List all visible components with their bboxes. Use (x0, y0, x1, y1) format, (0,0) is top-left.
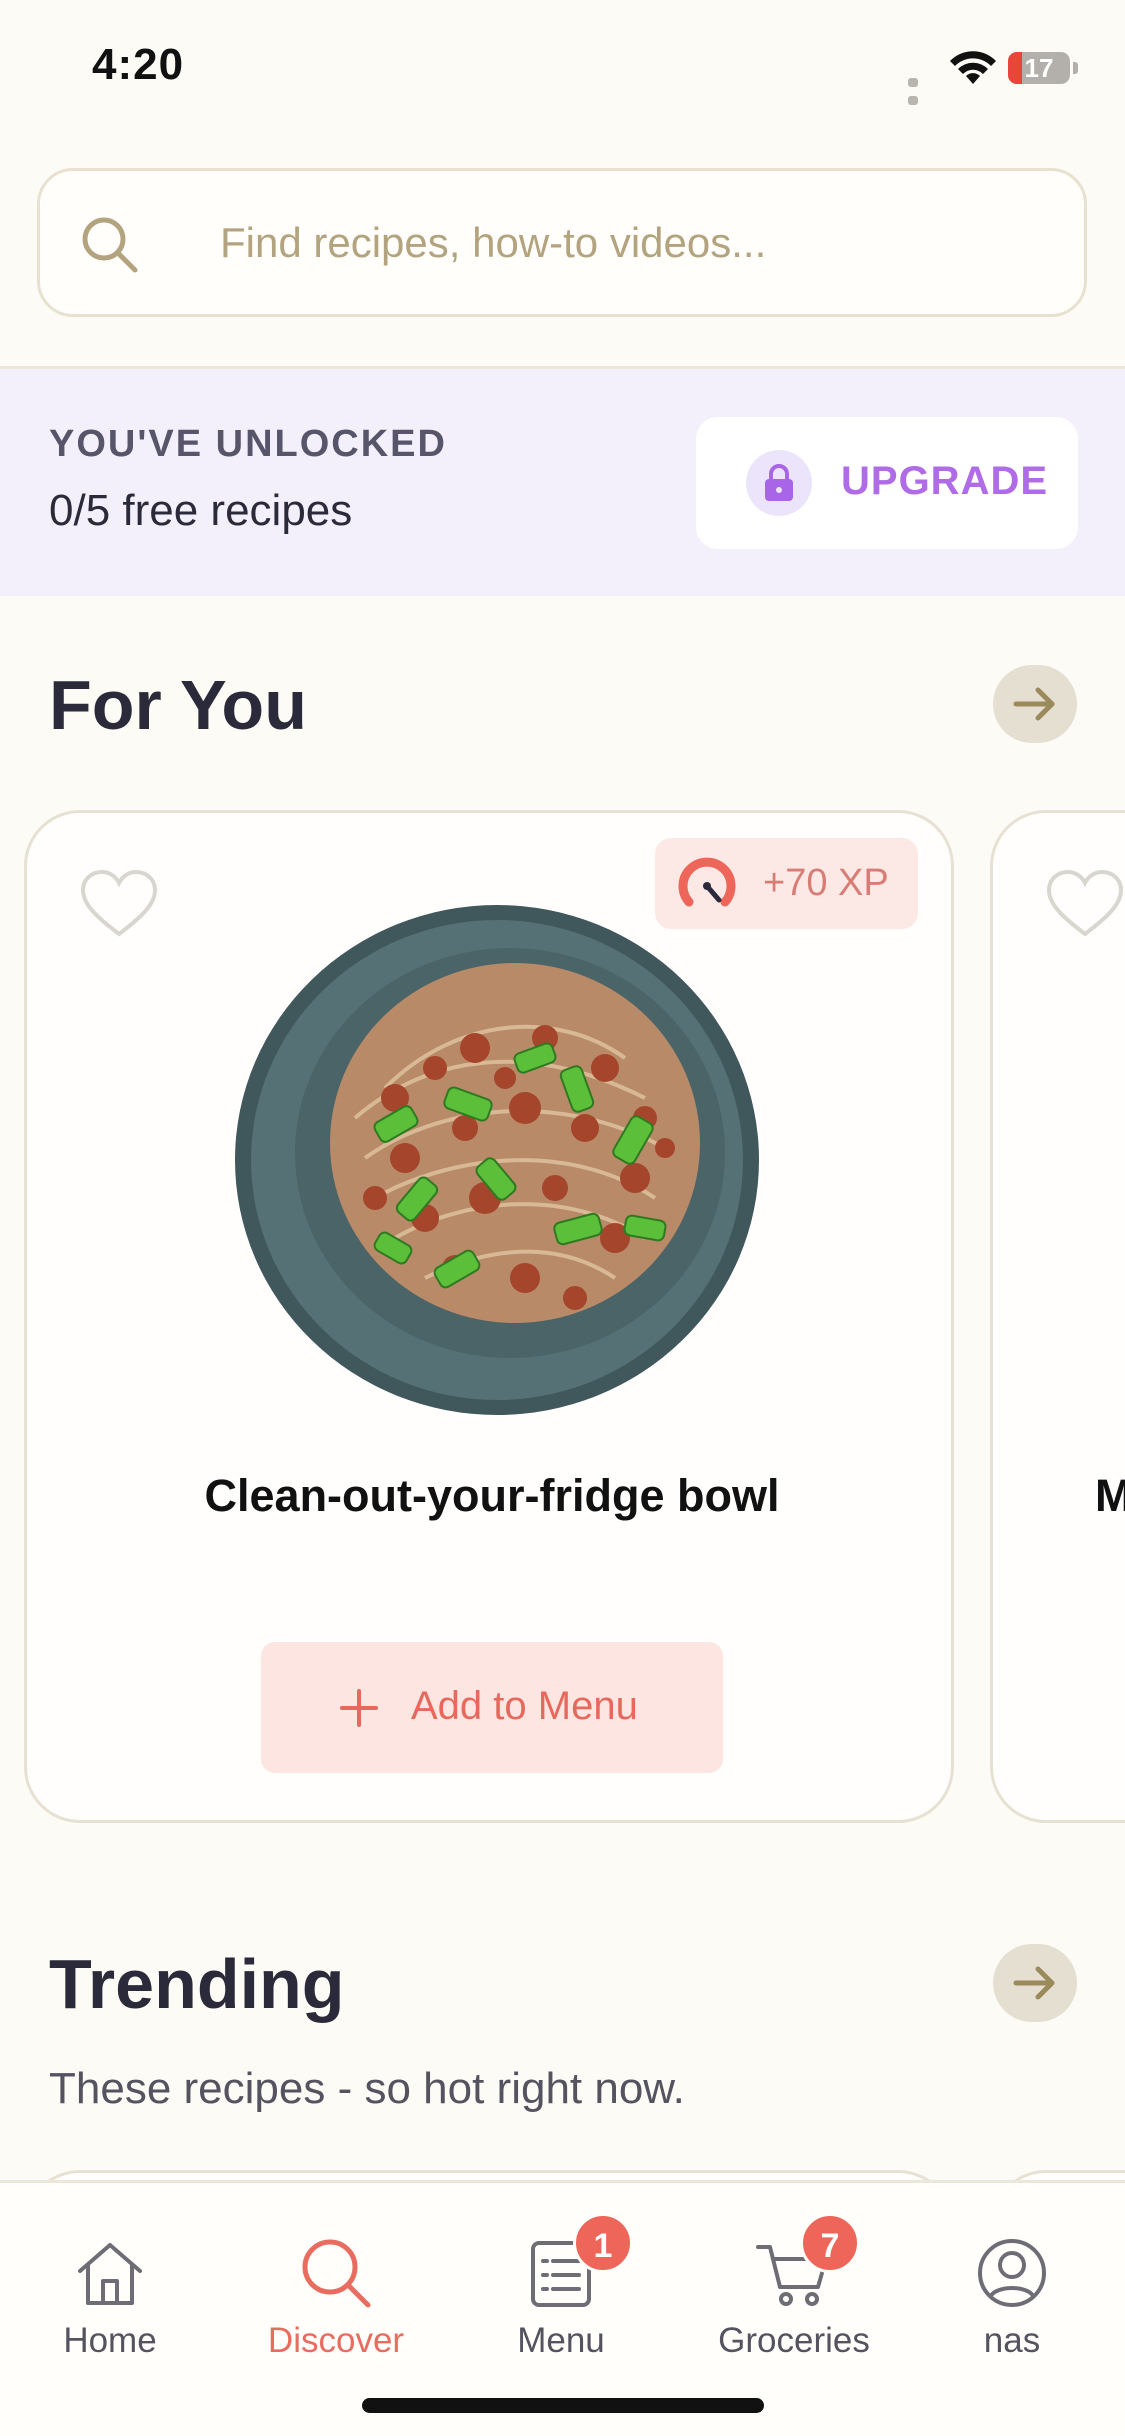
trending-subtitle: These recipes - so hot right now. (49, 2064, 685, 2113)
groceries-count-badge: 7 (800, 2213, 860, 2273)
add-to-menu-button[interactable]: Add to Menu (261, 1642, 723, 1773)
menu-count-badge: 1 (573, 2213, 633, 2273)
unlock-count: 0/5 free recipes (49, 486, 353, 535)
for-you-title: For You (49, 666, 307, 744)
recipe-title: Clean-out-your-fridge bowl (204, 1470, 780, 1521)
tab-home[interactable]: Home (10, 2183, 210, 2373)
search-input[interactable] (220, 211, 1040, 275)
upgrade-label: UPGRADE (841, 459, 1049, 503)
battery-level: 17 (1024, 53, 1054, 83)
home-icon (78, 2243, 142, 2305)
avatar-icon (978, 2239, 1046, 2307)
search-icon (302, 2239, 371, 2308)
upgrade-button[interactable]: UPGRADE (696, 417, 1078, 549)
battery-icon: 17 (1008, 52, 1070, 84)
discover-screen: 4:20 17 YOU'VE UNLOCKED 0/5 free recipes (0, 0, 1125, 2436)
tab-label: Groceries (718, 2321, 870, 2360)
recipe-image (235, 905, 759, 1415)
lock-badge (746, 450, 812, 516)
battery-cap (1073, 62, 1078, 74)
add-to-menu-label: Add to Menu (411, 1684, 638, 1728)
trending-title: Trending (49, 1945, 345, 2023)
cellular-signal-icon (908, 74, 934, 105)
arrow-right-icon (1013, 1966, 1055, 2000)
tab-label: Menu (517, 2321, 605, 2360)
search-bar[interactable] (37, 168, 1087, 317)
arrow-right-icon (1013, 687, 1055, 721)
unlock-banner: YOU'VE UNLOCKED 0/5 free recipes UPGRADE (0, 369, 1125, 596)
xp-label: +70 XP (763, 862, 889, 904)
trending-see-all-button[interactable] (993, 1944, 1077, 2022)
tab-label: Discover (267, 2321, 405, 2360)
tab-profile[interactable]: nas (912, 2183, 1112, 2373)
status-time: 4:20 (92, 40, 185, 89)
recipe-card[interactable]: M (990, 810, 1125, 1823)
recipe-title: M (1095, 1470, 1125, 1521)
wifi-icon (950, 51, 996, 84)
recipe-card[interactable]: +70 XP Clean-out-your-fridge bowl Add to… (24, 810, 954, 1823)
search-icon (82, 217, 138, 273)
tab-discover[interactable]: Discover (236, 2183, 436, 2373)
plus-icon (340, 1689, 378, 1727)
tab-label: Home (63, 2321, 157, 2360)
heart-icon[interactable] (1044, 868, 1125, 940)
heart-icon[interactable] (78, 868, 160, 940)
status-bar: 4:20 17 (0, 0, 1125, 140)
home-indicator (362, 2398, 764, 2413)
unlock-kicker: YOU'VE UNLOCKED (49, 423, 447, 465)
tab-menu[interactable]: 1 Menu (461, 2183, 661, 2373)
tab-label: nas (983, 2321, 1041, 2360)
lock-icon (765, 464, 793, 501)
tab-groceries[interactable]: 7 Groceries (694, 2183, 894, 2373)
for-you-see-all-button[interactable] (993, 665, 1077, 743)
